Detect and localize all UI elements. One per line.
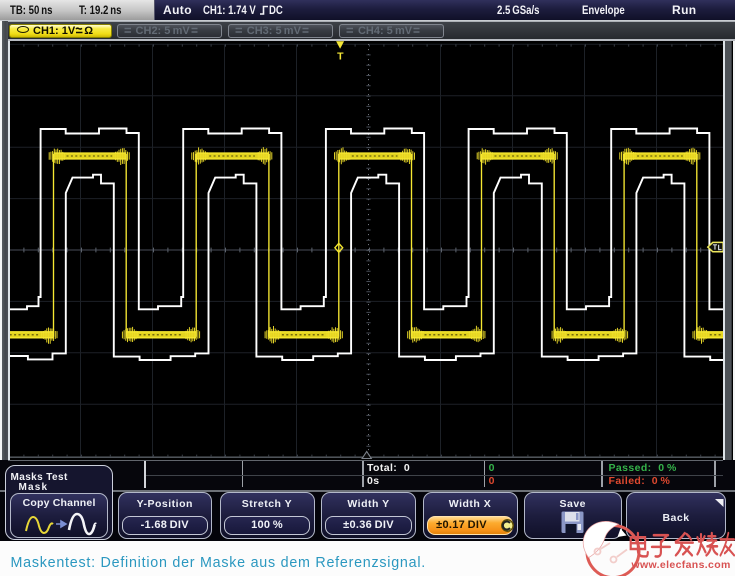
svg-text:T: T [337,50,344,62]
